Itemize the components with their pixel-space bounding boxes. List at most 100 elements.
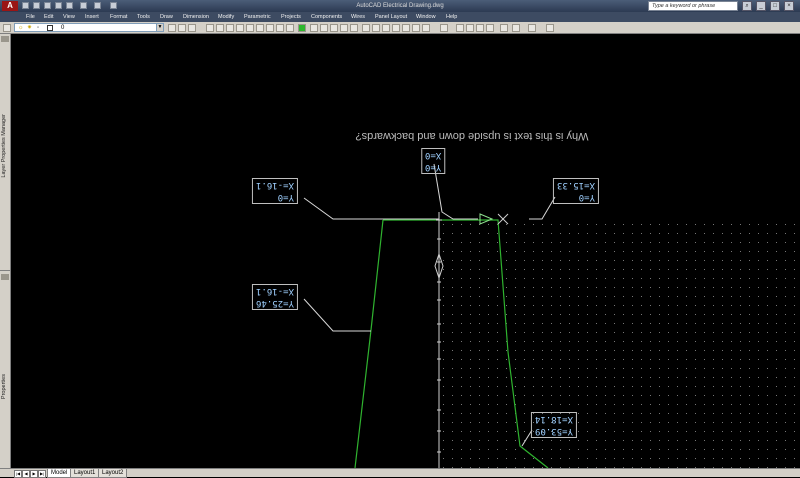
layer-dropdown[interactable]: ☼ ✷ ▫ 0 ▼ (14, 23, 164, 32)
close-button[interactable]: × (784, 1, 794, 11)
menu-view[interactable]: View (63, 12, 75, 22)
menu-wires[interactable]: Wires (351, 12, 365, 22)
coord-y-value: Y=53.09 (535, 426, 573, 436)
menu-format[interactable]: Format (110, 12, 127, 22)
coord-box-left-top[interactable]: Y=0 X=-16.1 (252, 178, 298, 204)
component-icon[interactable] (276, 24, 284, 32)
palette-close-icon[interactable] (1, 274, 9, 280)
schematic-list-icon[interactable] (500, 24, 508, 32)
layers-toolbar: ☼ ✷ ▫ 0 ▼ (0, 22, 800, 34)
coord-y-value: Y=25.46 (256, 298, 294, 308)
save-as-icon[interactable] (55, 2, 62, 9)
panel-footprint-icon[interactable] (440, 24, 448, 32)
properties-label[interactable]: Properties (1, 374, 7, 399)
project-manager-icon[interactable] (512, 24, 520, 32)
nameplate-icon[interactable] (466, 24, 474, 32)
cross-reference-icon[interactable] (246, 24, 254, 32)
export-icon[interactable] (546, 24, 554, 32)
new-icon[interactable] (22, 2, 29, 9)
palette-close-icon[interactable] (1, 36, 9, 42)
drawing-properties-icon[interactable] (528, 24, 536, 32)
pid-icon[interactable] (330, 24, 338, 32)
hydraulic-icon[interactable] (320, 24, 328, 32)
edit-component-icon[interactable] (350, 24, 358, 32)
menu-tools[interactable]: Tools (137, 12, 150, 22)
cross-marker (497, 213, 509, 225)
coord-box-right-top[interactable]: Y=0 X=15.33 (553, 178, 599, 204)
search-icon[interactable]: ⌕ (742, 1, 752, 11)
coord-x-value: X=-16.1 (256, 286, 294, 296)
coord-box-top[interactable]: Y=0 X=0 (421, 148, 446, 174)
din-rail-icon[interactable] (486, 24, 494, 32)
attribute-icon[interactable] (402, 24, 410, 32)
make-current-icon[interactable] (168, 24, 176, 32)
redo-icon[interactable] (94, 2, 101, 9)
layer-color-swatch (47, 25, 53, 31)
title-bar: A AutoCAD Electrical Drawing.dwg Type a … (0, 0, 800, 12)
menu-dimension[interactable]: Dimension (183, 12, 209, 22)
left-profile-line (354, 219, 384, 468)
menu-bar: File Edit View Insert Format Tools Draw … (0, 12, 800, 22)
layout-tab-bar: |◀ ◀ ▶ ▶| Model Layout1 Layout2 (0, 468, 800, 478)
coord-x-value: X=15.33 (557, 180, 595, 190)
chevron-down-icon[interactable]: ▼ (156, 24, 163, 31)
pneumatic-icon[interactable] (310, 24, 318, 32)
menu-components[interactable]: Components (311, 12, 342, 22)
menu-edit[interactable]: Edit (44, 12, 53, 22)
menu-parametric[interactable]: Parametric (244, 12, 271, 22)
menu-draw[interactable]: Draw (160, 12, 173, 22)
swap-icon[interactable] (392, 24, 400, 32)
balloon-icon[interactable] (476, 24, 484, 32)
layer-state-icon[interactable] (188, 24, 196, 32)
layer-previous-icon[interactable] (178, 24, 186, 32)
panel-list-icon[interactable] (456, 24, 464, 32)
wire-trim-icon[interactable] (216, 24, 224, 32)
terminal-icon[interactable] (286, 24, 294, 32)
window-title: AutoCAD Electrical Drawing.dwg (356, 3, 444, 9)
coord-y-value: Y=0 (425, 162, 442, 172)
maximize-button[interactable]: □ (770, 1, 780, 11)
coord-x-value: X=-16.1 (256, 180, 294, 190)
coord-x-value: X=0 (425, 150, 442, 160)
menu-help[interactable]: Help (446, 12, 457, 22)
menu-insert[interactable]: Insert (85, 12, 99, 22)
leader-lines (303, 163, 556, 447)
drawing-canvas[interactable]: Why is this text is upside down and back… (12, 34, 800, 468)
lightbulb-icon: ☼ (18, 25, 24, 31)
autocad-logo-icon[interactable]: A (2, 1, 18, 11)
menu-window[interactable]: Window (416, 12, 436, 22)
search-input[interactable]: Type a keyword or phrase (648, 1, 738, 11)
copy-component-icon[interactable] (362, 24, 370, 32)
coord-box-right-bottom[interactable]: Y=53.09 X=18.14 (531, 412, 577, 438)
undo-icon[interactable] (80, 2, 87, 9)
source-arrow-icon[interactable] (266, 24, 274, 32)
menu-file[interactable]: File (26, 12, 35, 22)
coord-x-value: X=18.14 (535, 414, 573, 424)
coord-y-value: Y=0 (578, 192, 595, 202)
direction-arrow (479, 213, 494, 225)
side-palette: Layer Properties Manager Properties (0, 34, 11, 477)
signal-arrow-icon[interactable] (256, 24, 264, 32)
plot-icon[interactable] (66, 2, 73, 9)
sun-icon: ✷ (27, 25, 33, 31)
delete-component-icon[interactable] (372, 24, 380, 32)
menu-projects[interactable]: Projects (281, 12, 301, 22)
wire-number-icon[interactable] (226, 24, 234, 32)
retag-icon[interactable] (382, 24, 390, 32)
ladder-icon[interactable] (236, 24, 244, 32)
coord-box-left-bottom[interactable]: Y=25.46 X=-16.1 (252, 284, 298, 310)
minimize-button[interactable]: _ (756, 1, 766, 11)
plc-icon[interactable] (422, 24, 430, 32)
workspace-icon[interactable] (110, 2, 117, 9)
save-icon[interactable] (44, 2, 51, 9)
catalog-icon[interactable] (340, 24, 348, 32)
menu-modify[interactable]: Modify (218, 12, 234, 22)
run-icon[interactable] (298, 24, 306, 32)
layer-properties-manager-label[interactable]: Layer Properties Manager (1, 114, 7, 178)
reports-icon[interactable] (412, 24, 420, 32)
upside-down-annotation-text[interactable]: Why is this text is upside down and back… (312, 130, 632, 142)
menu-panel-layout[interactable]: Panel Layout (375, 12, 407, 22)
layer-properties-icon[interactable] (3, 24, 11, 32)
open-icon[interactable] (33, 2, 40, 9)
wire-insert-icon[interactable] (206, 24, 214, 32)
